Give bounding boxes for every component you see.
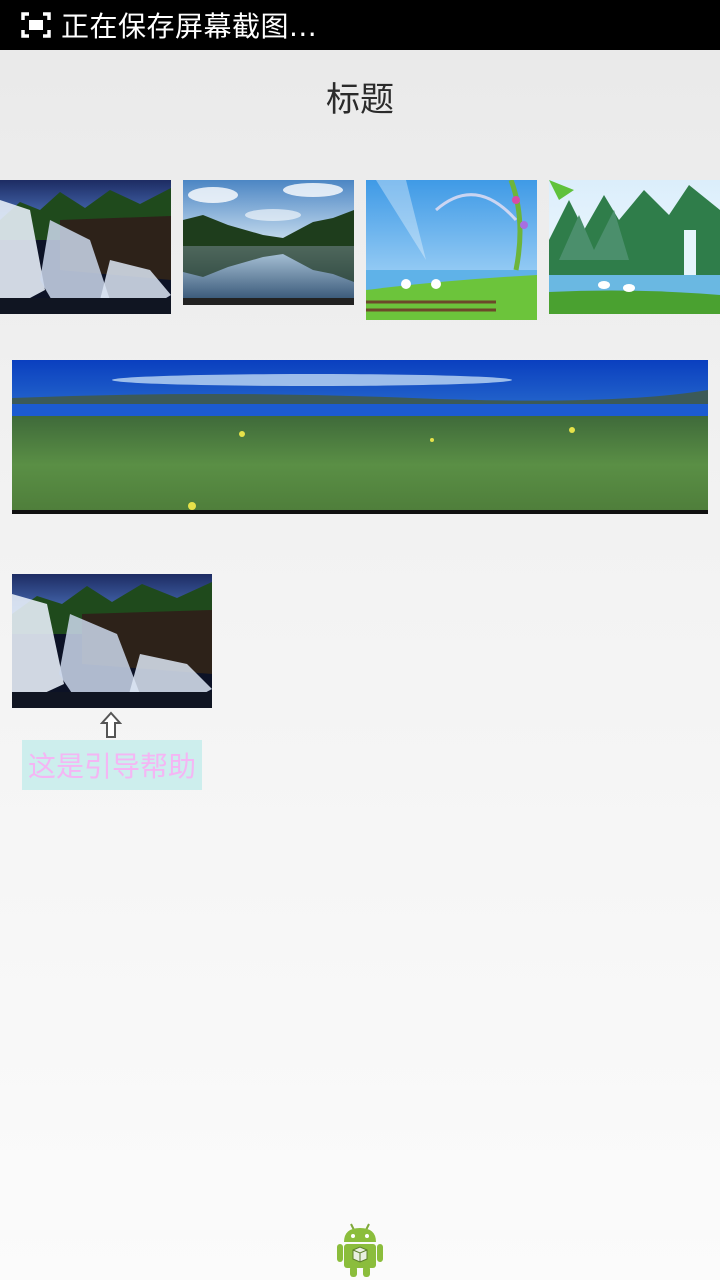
android-robot-icon xyxy=(337,1223,383,1277)
screenshot-icon xyxy=(21,12,51,38)
status-text: 正在保存屏幕截图... xyxy=(61,10,318,43)
lake-reflection-image[interactable] xyxy=(183,180,354,305)
guide-waterfall-image[interactable] xyxy=(12,574,212,708)
grassland-lake-banner[interactable] xyxy=(12,360,708,514)
page-title: 标题 xyxy=(326,80,394,120)
guide-help-text: 这是引导帮助 xyxy=(22,740,202,790)
waterfall-image[interactable] xyxy=(0,180,171,314)
status-bar: 正在保存屏幕截图... xyxy=(0,0,720,50)
up-arrow-icon xyxy=(100,711,122,738)
mountain-cranes-image[interactable] xyxy=(549,180,720,314)
seaside-swans-image[interactable] xyxy=(366,180,537,320)
